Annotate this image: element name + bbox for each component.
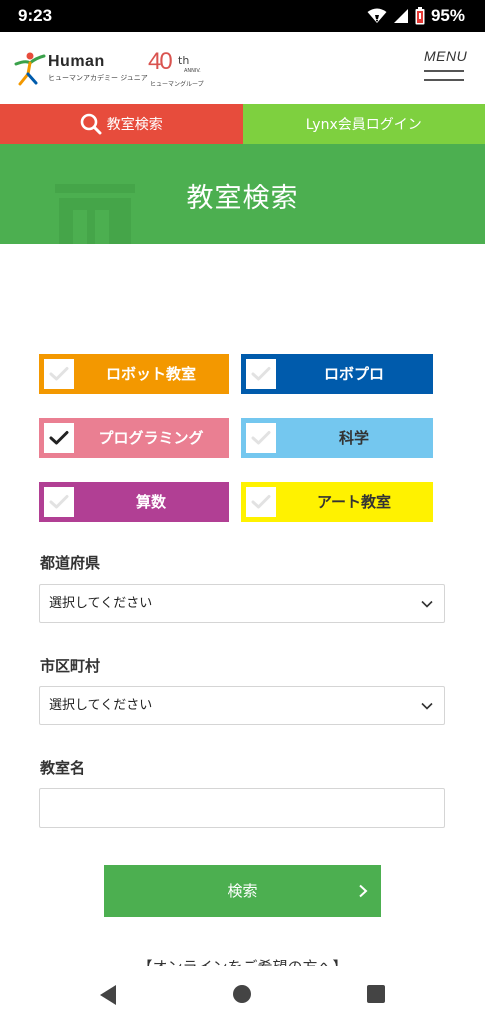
back-icon[interactable] (98, 984, 118, 1006)
logo-wordmark: Human (48, 53, 105, 70)
city-value: 選択してください (49, 698, 153, 713)
anniversary-suffix: th (178, 54, 190, 67)
prefecture-value: 選択してください (49, 596, 153, 611)
category-robot-class[interactable]: ロボット教室 (39, 354, 229, 394)
checkmark-placeholder-icon (251, 367, 271, 381)
classroom-search-label: 教室検索 (106, 117, 163, 133)
category-art-class[interactable]: アート教室 (241, 482, 433, 522)
menu-line-icon (424, 79, 464, 81)
prefecture-label: 都道府県 (40, 554, 101, 572)
recents-icon[interactable] (366, 984, 386, 1004)
category-label: 科学 (338, 429, 369, 447)
battery-percent: 95% (430, 6, 465, 25)
school-name-input[interactable] (39, 788, 445, 828)
category-label: 算数 (135, 493, 166, 511)
battery-icon (415, 7, 425, 25)
top-button-bar: 教室検索 Lynx会員ログイン (0, 104, 485, 144)
search-submit-button[interactable]: 検索 (104, 865, 381, 917)
site-header: Human ヒューマンアカデミー ジュニア 40 th ANNIV. ヒューマン… (0, 32, 485, 104)
search-icon (80, 113, 102, 135)
checkbox[interactable] (44, 359, 74, 389)
anniversary-logo: 40 th ANNIV. ヒューマングループ (148, 48, 212, 90)
anniversary-number: 40 (148, 48, 173, 75)
chevron-down-icon (421, 600, 433, 608)
page-banner: 教室検索 (0, 144, 485, 244)
menu-button[interactable]: MENU (420, 48, 468, 90)
checkmark-placeholder-icon (49, 367, 69, 381)
checkmark-placeholder-icon (49, 495, 69, 509)
system-nav-bar (0, 966, 485, 1024)
category-science[interactable]: 科学 (241, 418, 433, 458)
category-programming[interactable]: プログラミング (39, 418, 229, 458)
menu-label: MENU (424, 48, 468, 64)
human-figure-icon (14, 52, 46, 86)
checkbox[interactable] (246, 487, 276, 517)
anniversary-label: ANNIV. (184, 68, 201, 74)
signal-icon (393, 9, 408, 23)
logo-subtitle: ヒューマンアカデミー ジュニア (48, 74, 148, 82)
group-name: ヒューマングループ (150, 81, 204, 88)
city-select[interactable]: 選択してください (39, 686, 445, 725)
checkbox[interactable] (246, 359, 276, 389)
checkbox[interactable] (44, 487, 74, 517)
status-bar: 9:23 95% (0, 0, 485, 32)
category-label: ロボプロ (323, 365, 384, 383)
status-icons: 95% (367, 6, 465, 26)
school-name-label: 教室名 (40, 759, 86, 777)
lynx-login-button[interactable]: Lynx会員ログイン (242, 104, 485, 144)
lynx-login-label: Lynx会員ログイン (305, 117, 422, 133)
checkmark-placeholder-icon (251, 495, 271, 509)
chevron-down-icon (421, 702, 433, 710)
page-title: 教室検索 (186, 183, 299, 214)
category-label: アート教室 (316, 493, 392, 511)
category-math[interactable]: 算数 (39, 482, 229, 522)
classroom-search-button[interactable]: 教室検索 (0, 104, 243, 144)
checkbox[interactable] (246, 423, 276, 453)
menu-line-icon (424, 70, 464, 72)
home-icon[interactable] (232, 984, 252, 1004)
wifi-icon (367, 8, 387, 23)
search-submit-label: 検索 (227, 882, 258, 900)
category-robopro[interactable]: ロボプロ (241, 354, 433, 394)
checkmark-placeholder-icon (251, 431, 271, 445)
category-label: ロボット教室 (105, 365, 196, 383)
city-label: 市区町村 (40, 657, 101, 675)
checkmark-icon (49, 431, 69, 445)
human-academy-logo[interactable]: Human ヒューマンアカデミー ジュニア (14, 50, 148, 90)
chevron-right-icon (359, 884, 368, 898)
status-time: 9:23 (18, 6, 53, 25)
checkbox[interactable] (44, 423, 74, 453)
category-label: プログラミング (98, 429, 204, 447)
prefecture-select[interactable]: 選択してください (39, 584, 445, 623)
